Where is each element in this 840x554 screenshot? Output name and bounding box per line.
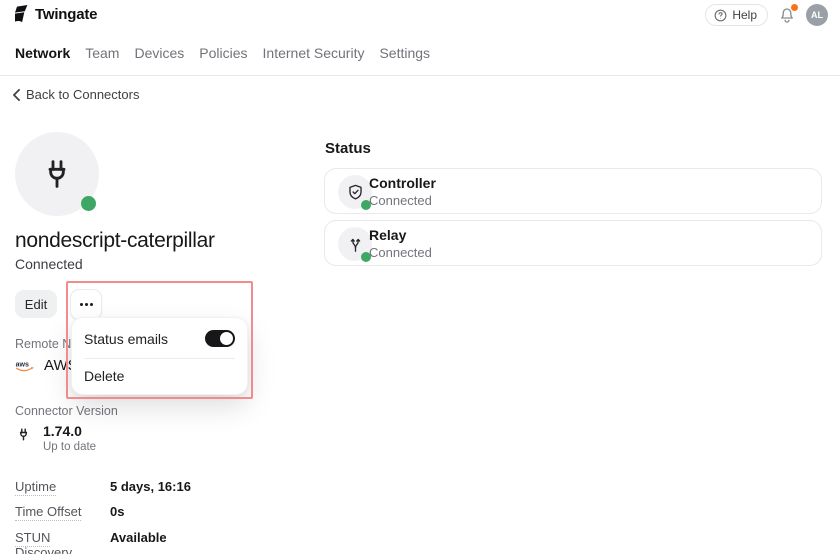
aws-logo-icon: aws <box>15 359 35 373</box>
version-number: 1.74.0 <box>43 424 96 438</box>
nav-tab-settings[interactable]: Settings <box>379 40 430 75</box>
connector-name-title: nondescript-caterpillar <box>15 229 215 253</box>
chevron-left-icon <box>12 89 21 101</box>
edit-button[interactable]: Edit <box>15 290 57 318</box>
toggle-knob <box>220 332 233 345</box>
more-options-dropdown: Status emails Delete <box>71 317 248 395</box>
back-to-connectors-link[interactable]: Back to Connectors <box>12 87 139 102</box>
status-emails-label: Status emails <box>84 331 168 347</box>
more-options-button[interactable] <box>70 289 102 320</box>
connector-online-dot <box>81 196 96 211</box>
back-link-label: Back to Connectors <box>26 87 139 102</box>
nav-tab-policies[interactable]: Policies <box>199 40 247 75</box>
brand-name: Twingate <box>35 6 97 23</box>
status-section-title: Status <box>325 140 371 157</box>
twingate-logo[interactable]: Twingate <box>14 5 97 23</box>
relay-title: Relay <box>369 227 432 243</box>
notifications-button[interactable] <box>778 6 796 24</box>
twingate-logo-icon <box>14 5 29 23</box>
remote-network-link[interactable]: aws AWS <box>15 357 78 374</box>
relay-status: Connected <box>369 245 432 260</box>
connector-version-row: 1.74.0 Up to date <box>15 424 96 453</box>
relay-card-text: Relay Connected <box>369 227 432 260</box>
uptime-value: 5 days, 16:16 <box>110 479 191 494</box>
stat-row-time-offset: Time Offset 0s <box>15 504 295 519</box>
uptime-label[interactable]: Uptime <box>15 479 110 494</box>
nav-tab-network[interactable]: Network <box>15 40 70 75</box>
main-nav: Network Team Devices Policies Internet S… <box>0 40 840 76</box>
controller-title: Controller <box>369 175 436 191</box>
ellipsis-icon <box>80 303 83 306</box>
stat-row-uptime: Uptime 5 days, 16:16 <box>15 479 295 494</box>
svg-text:aws: aws <box>16 361 29 368</box>
nav-tab-team[interactable]: Team <box>85 40 119 75</box>
connector-version-label: Connector Version <box>15 404 118 418</box>
controller-status: Connected <box>369 193 436 208</box>
stun-discovery-value: Available <box>110 530 167 545</box>
nav-tab-devices[interactable]: Devices <box>134 40 184 75</box>
relay-status-card: Relay Connected <box>324 220 822 266</box>
plug-icon <box>37 154 77 194</box>
help-icon <box>714 9 727 22</box>
connector-detail-page: Twingate Help AL <box>0 0 840 554</box>
menu-item-status-emails[interactable]: Status emails <box>72 319 247 358</box>
help-label: Help <box>732 8 757 22</box>
topbar-actions: Help AL <box>705 4 828 26</box>
time-offset-value: 0s <box>110 504 124 519</box>
connector-status-text: Connected <box>15 256 83 272</box>
stun-discovery-label[interactable]: STUN Discovery <box>15 530 110 554</box>
help-button[interactable]: Help <box>705 4 768 26</box>
relay-icon-circle <box>338 227 372 261</box>
plug-small-icon <box>15 424 32 453</box>
user-avatar[interactable]: AL <box>806 4 828 26</box>
connector-avatar <box>15 132 99 216</box>
relay-fork-icon <box>346 235 365 254</box>
menu-item-delete[interactable]: Delete <box>72 359 247 393</box>
stat-row-stun-discovery: STUN Discovery Available <box>15 530 295 554</box>
notification-badge <box>791 4 798 11</box>
controller-status-card: Controller Connected <box>324 168 822 214</box>
version-status: Up to date <box>43 441 96 453</box>
controller-icon-circle <box>338 175 372 209</box>
shield-check-icon <box>346 183 365 202</box>
avatar-initials: AL <box>811 10 823 20</box>
time-offset-label[interactable]: Time Offset <box>15 504 110 519</box>
delete-label: Delete <box>84 368 124 384</box>
controller-card-text: Controller Connected <box>369 175 436 208</box>
status-emails-toggle[interactable] <box>205 330 235 347</box>
nav-tab-internet-security[interactable]: Internet Security <box>263 40 365 75</box>
